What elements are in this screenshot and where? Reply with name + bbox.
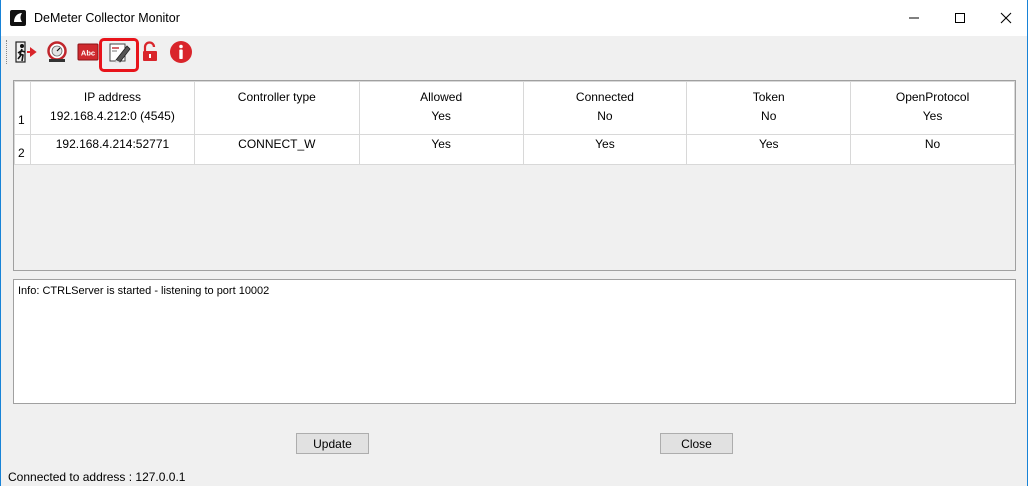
close-button[interactable]: Close <box>660 433 733 454</box>
connections-grid[interactable]: 1 IP address 192.168.4.212:0 (4545) Cont… <box>13 80 1016 271</box>
column-header-open-protocol: OpenProtocol <box>895 90 970 104</box>
status-bar-text: Connected to address : 127.0.0.1 <box>8 470 186 484</box>
cell-ip-value: 192.168.4.212:0 (4545) <box>50 109 175 123</box>
info-button[interactable] <box>168 39 194 65</box>
cell-connected-value: No <box>597 109 613 123</box>
main-window: DeMeter Collector Monitor Abc 1 IP addre… <box>0 0 1028 486</box>
cell-ip-value[interactable]: 192.168.4.214:52771 <box>29 134 195 165</box>
info-icon <box>170 41 192 63</box>
minimize-icon <box>909 17 919 19</box>
cell-token[interactable]: Token No <box>686 81 852 135</box>
cell-token-value[interactable]: Yes <box>686 134 852 165</box>
cell-open-protocol-value[interactable]: No <box>850 134 1015 165</box>
cell-token-value: No <box>761 109 777 123</box>
window-title: DeMeter Collector Monitor <box>34 11 180 25</box>
exit-button[interactable] <box>13 39 39 65</box>
cell-allowed-value[interactable]: Yes <box>358 134 524 165</box>
cell-open-protocol-value: Yes <box>922 109 943 123</box>
abc-button[interactable]: Abc <box>75 39 101 65</box>
column-header-controller-type: Controller type <box>237 90 316 104</box>
maximize-button[interactable] <box>937 0 983 36</box>
column-header-ip: IP address <box>83 90 142 104</box>
exit-icon <box>15 41 37 63</box>
unlock-icon <box>143 41 157 61</box>
row-index: 1 <box>14 81 31 135</box>
maximize-icon <box>955 13 965 23</box>
column-header-connected: Connected <box>575 90 634 104</box>
gauge-icon <box>47 41 67 62</box>
certificate-edit-button[interactable] <box>106 39 132 65</box>
title-bar[interactable]: DeMeter Collector Monitor <box>1 0 1027 36</box>
cell-ip[interactable]: IP address 192.168.4.212:0 (4545) <box>29 81 195 135</box>
cell-open-protocol[interactable]: OpenProtocol Yes <box>850 81 1015 135</box>
table-row[interactable]: 2 192.168.4.214:52771 CONNECT_W Yes Yes … <box>14 134 1015 165</box>
certificate-edit-icon <box>109 43 131 63</box>
gauge-button[interactable] <box>44 39 70 65</box>
toolbar: Abc <box>1 36 1027 72</box>
column-header-allowed: Allowed <box>420 90 463 104</box>
cell-controller-type[interactable]: Controller type <box>193 81 360 135</box>
text-abc-icon: Abc <box>77 43 99 61</box>
app-logo-icon <box>10 10 26 26</box>
cell-allowed[interactable]: Allowed Yes <box>358 81 524 135</box>
toolbar-grip[interactable] <box>6 40 9 64</box>
log-textarea[interactable]: Info: CTRLServer is started - listening … <box>13 279 1016 404</box>
connections-table: 1 IP address 192.168.4.212:0 (4545) Cont… <box>14 81 1015 165</box>
unlock-button[interactable] <box>137 39 163 65</box>
cell-connected[interactable]: Connected No <box>522 81 688 135</box>
update-button[interactable]: Update <box>296 433 369 454</box>
minimize-button[interactable] <box>891 0 937 36</box>
close-icon <box>1000 12 1012 24</box>
cell-controller-type-value[interactable]: CONNECT_W <box>193 134 360 165</box>
close-window-button[interactable] <box>983 0 1028 36</box>
cell-allowed-value: Yes <box>431 109 451 123</box>
log-line: Info: CTRLServer is started - listening … <box>18 285 270 297</box>
table-row[interactable]: 1 IP address 192.168.4.212:0 (4545) Cont… <box>14 81 1015 135</box>
svg-text:Abc: Abc <box>81 49 95 58</box>
column-header-token: Token <box>752 90 785 104</box>
row-index: 2 <box>14 134 31 165</box>
cell-connected-value[interactable]: Yes <box>522 134 688 165</box>
